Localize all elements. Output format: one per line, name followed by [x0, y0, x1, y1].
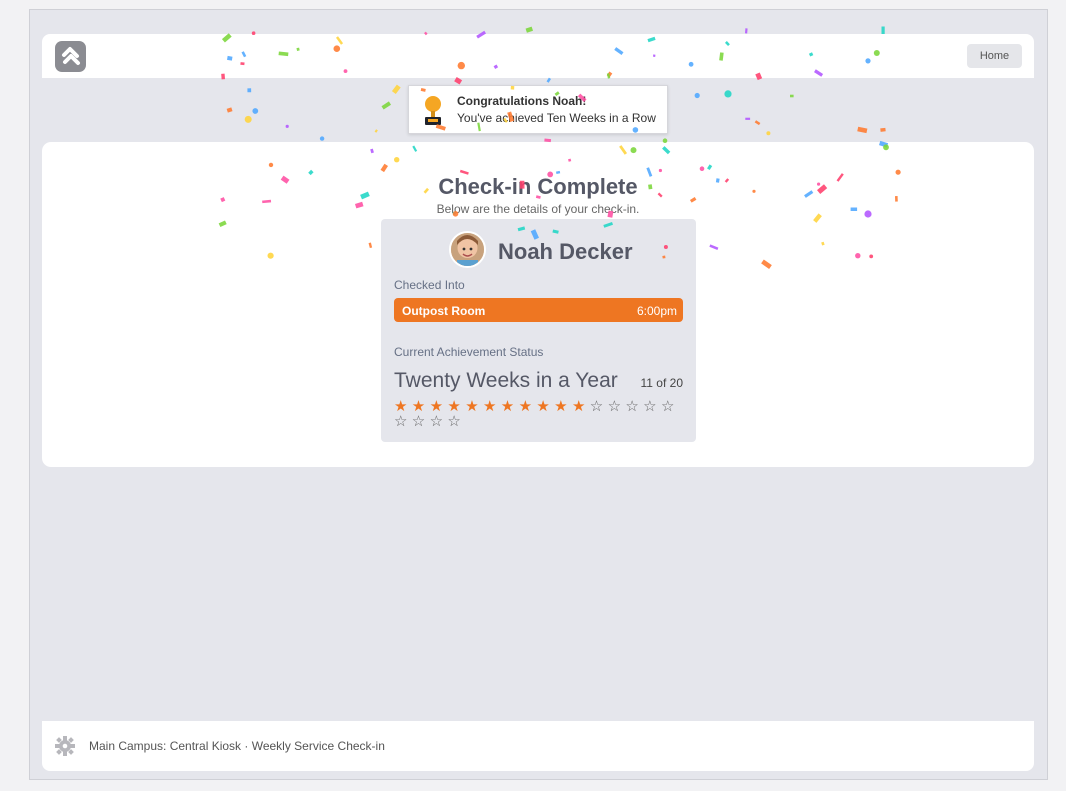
filled-star-icon: ★ [536, 397, 550, 415]
notification-title: Congratulations Noah! [457, 94, 587, 108]
checked-into-label: Checked Into [394, 278, 465, 292]
filled-star-icon: ★ [482, 397, 497, 415]
empty-star-icon: ☆ [625, 397, 639, 415]
achievement-stars: ★ ★ ★ ★ ★ ★ ★ ★ ★ ★ ★ ☆ ☆ ☆ ☆ ☆☆ ☆ ☆ ☆ [394, 399, 686, 429]
kiosk-footer: Main Campus: Central Kiosk · Weekly Serv… [42, 721, 1034, 771]
kiosk-location-text: Main Campus: Central Kiosk · Weekly Serv… [89, 739, 385, 753]
kiosk-header: Home [42, 34, 1034, 78]
empty-star-icon: ☆ [607, 397, 622, 415]
achievement-name: Twenty Weeks in a Year [394, 369, 618, 392]
notification-message: You've achieved Ten Weeks in a Row [457, 111, 656, 125]
rock-logo-icon [55, 41, 86, 72]
room-checkin-bar: Outpost Room 6:00pm [394, 298, 683, 322]
empty-star-icon: ☆ [660, 397, 675, 415]
gear-icon[interactable] [55, 736, 75, 756]
filled-star-icon: ★ [465, 397, 479, 415]
person-avatar [449, 231, 486, 268]
achievement-notification: Congratulations Noah! You've achieved Te… [408, 85, 668, 134]
empty-star-icon: ☆ [429, 412, 444, 430]
page-title: Check-in Complete [438, 173, 638, 199]
empty-star-icon: ☆ [394, 412, 408, 430]
filled-star-icon: ★ [518, 397, 533, 415]
filled-star-icon: ★ [554, 397, 568, 415]
empty-star-icon: ☆ [411, 412, 426, 430]
empty-star-icon: ☆ [643, 397, 657, 415]
checkin-time: 6:00pm [636, 304, 677, 318]
achievement-status-label: Current Achievement Status [394, 345, 544, 359]
room-name: Outpost Room [402, 304, 486, 318]
achievement-progress: 11 of 20 [640, 376, 683, 390]
person-name: Noah Decker [498, 239, 633, 264]
empty-star-icon: ☆ [589, 397, 604, 415]
filled-star-icon: ★ [571, 397, 586, 415]
person-checkin-details: Noah Decker Checked Into Outpost Room 6:… [381, 219, 696, 442]
filled-star-icon: ★ [500, 397, 515, 415]
empty-star-icon: ☆ [447, 412, 461, 430]
trophy-icon [425, 96, 441, 125]
page-subtitle: Below are the details of your check-in. [436, 202, 640, 216]
home-button[interactable]: Home [967, 44, 1022, 68]
